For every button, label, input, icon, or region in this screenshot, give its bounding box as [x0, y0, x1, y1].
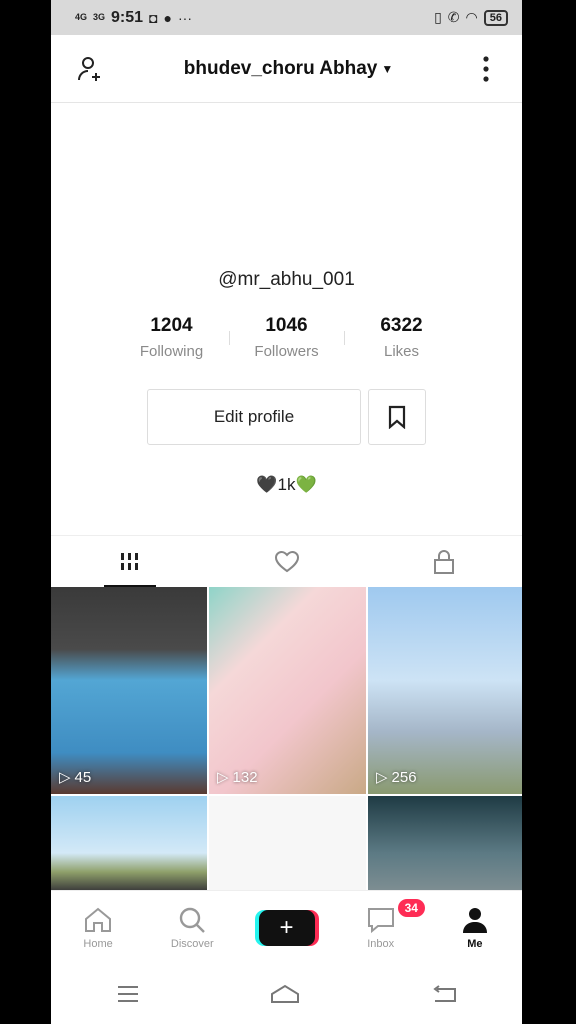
vibrate-icon: ▯ [434, 9, 442, 25]
view-count: ▷ 45 [59, 768, 92, 787]
search-icon [180, 907, 206, 933]
tab-videos[interactable] [51, 536, 208, 587]
signal-3g: 3G [93, 12, 106, 22]
stat-likes[interactable]: 6322 Likes [344, 315, 459, 360]
nav-me[interactable]: Me [428, 891, 522, 964]
profile-actions: Edit profile [147, 389, 426, 445]
nav-label: Me [467, 937, 483, 950]
stat-value: 6322 [380, 315, 423, 336]
stat-followers[interactable]: 1046 Followers [229, 315, 344, 360]
stat-following[interactable]: 1204 Following [114, 315, 229, 360]
nav-create[interactable]: + [239, 891, 333, 964]
private-lock-icon [433, 549, 454, 574]
edit-profile-button[interactable]: Edit profile [147, 389, 361, 445]
video-thumbnail[interactable] [51, 796, 207, 891]
notif-icon: ● [163, 9, 172, 26]
liked-heart-icon [274, 550, 299, 572]
stat-value: 1046 [265, 315, 308, 336]
battery-icon: 56 [483, 9, 508, 26]
home-icon [85, 907, 112, 932]
stat-label: Followers [254, 343, 319, 360]
video-thumbnail[interactable]: ▷ 45 [51, 587, 207, 794]
nav-home[interactable]: Home [51, 891, 145, 964]
stat-label: Likes [383, 343, 420, 360]
view-count: ▷ 256 [376, 768, 417, 787]
add-user-icon[interactable] [73, 51, 109, 87]
profile-stats: 1204 Following 1046 Followers 6322 Likes [51, 315, 522, 360]
view-count-value: 45 [74, 768, 92, 786]
account-switcher[interactable]: bhudev_choru Abhay ▼ [184, 58, 393, 80]
page-title: bhudev_choru Abhay [183, 57, 378, 79]
nav-label: Inbox [367, 937, 395, 950]
more-notifs: ··· [178, 9, 192, 26]
bottom-nav: Home Discover + 34 Inbox Me [51, 890, 522, 964]
video-thumbnail[interactable]: ▷ 132 [209, 587, 366, 794]
signal-4g: 4G [75, 12, 88, 22]
video-thumbnail[interactable] [209, 796, 366, 891]
caret-down-icon: ▼ [381, 61, 394, 76]
wifi-call-icon: ✆ [447, 9, 460, 25]
home-button-icon[interactable] [270, 984, 300, 1004]
status-time: 9:51 [111, 8, 144, 26]
video-thumbnail[interactable]: ▷ 256 [368, 587, 522, 794]
stat-label: Following [139, 343, 204, 360]
video-grid: ▷ 45 ▷ 132 ▷ 256 [51, 587, 522, 891]
bookmark-button[interactable] [368, 389, 426, 445]
view-count-value: 256 [391, 768, 417, 786]
view-count: ▷ 132 [217, 768, 258, 787]
more-vertical-icon[interactable] [468, 51, 504, 87]
profile-section: @mr_abhu_001 1204 Following 1046 Followe… [51, 103, 522, 535]
play-icon: ▷ [59, 769, 71, 786]
inbox-badge: 34 [397, 899, 425, 917]
play-icon: ▷ [217, 769, 229, 786]
nav-label: Discover [170, 937, 214, 950]
phone-screen: 4G 3G 9:51 ◘ ● ··· ▯ ✆ ◠ 56 bhudev_choru… [51, 0, 522, 1024]
green-heart-emoji: 💚 [295, 475, 317, 494]
profile-tabs [51, 535, 522, 587]
nav-discover[interactable]: Discover [145, 891, 239, 964]
menu-icon[interactable] [116, 985, 140, 1003]
profile-bio: 🖤1k💚 [51, 475, 522, 495]
bookmark-icon [388, 405, 406, 429]
view-count-value: 132 [232, 768, 258, 786]
instagram-notif-icon: ◘ [149, 9, 158, 26]
black-heart-emoji: 🖤 [256, 475, 278, 494]
wifi-icon: ◠ [465, 9, 478, 25]
tab-liked[interactable] [208, 536, 365, 587]
back-icon[interactable] [431, 985, 457, 1003]
system-nav-bar [51, 964, 522, 1024]
nav-inbox[interactable]: 34 Inbox [334, 891, 428, 964]
profile-header: bhudev_choru Abhay ▼ [51, 35, 522, 103]
stat-value: 1204 [150, 315, 193, 336]
plus-icon: + [258, 909, 315, 946]
videos-grid-icon [120, 552, 138, 570]
video-thumbnail[interactable] [368, 796, 522, 891]
bio-text: 1k [277, 475, 296, 494]
play-icon: ▷ [376, 769, 388, 786]
profile-icon [462, 907, 487, 933]
status-bar: 4G 3G 9:51 ◘ ● ··· ▯ ✆ ◠ 56 [51, 0, 522, 35]
nav-label: Home [83, 937, 113, 950]
profile-handle: @mr_abhu_001 [218, 269, 355, 290]
inbox-icon [367, 907, 394, 933]
tab-private[interactable] [365, 536, 522, 587]
